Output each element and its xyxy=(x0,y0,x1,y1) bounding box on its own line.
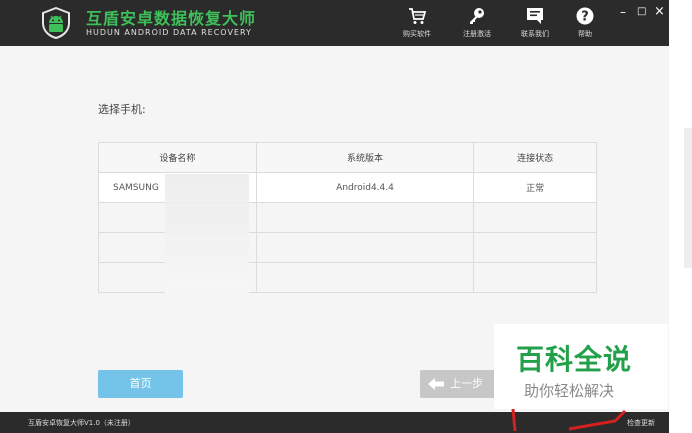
title-bar: 互盾安卓数据恢复大师 HUDUN ANDROID DATA RECOVERY 购… xyxy=(0,0,669,46)
maximize-button[interactable]: □ xyxy=(637,6,646,18)
nav-buy-label: 购买软件 xyxy=(403,30,431,38)
nav-buy-button[interactable]: 购买软件 xyxy=(392,4,442,39)
table-header-row: 设备名称 系统版本 连接状态 xyxy=(98,142,597,173)
redacted-area xyxy=(165,174,249,294)
android-shield-logo-icon xyxy=(42,7,70,39)
nav-contact-label: 联系我们 xyxy=(521,30,549,38)
red-annotation-mark xyxy=(511,408,627,432)
help-icon: ? xyxy=(576,7,594,25)
minimize-button[interactable]: – xyxy=(620,6,626,18)
nav-help-label: 帮助 xyxy=(578,30,592,38)
nav-register-button[interactable]: 注册激活 xyxy=(452,4,502,39)
close-button[interactable]: × xyxy=(654,5,665,18)
nav-contact-button[interactable]: 联系我们 xyxy=(510,4,560,39)
connection-status-cell: 正常 xyxy=(473,172,597,203)
watermark-subtitle: 助你轻松解决 xyxy=(524,382,615,400)
version-status-text: 互盾安卓恢复大师V1.0（未注册） xyxy=(28,419,135,427)
column-header-connection-status: 连接状态 xyxy=(473,142,597,173)
nav-help-button[interactable]: ? 帮助 xyxy=(560,4,610,39)
watermark-overlay: 百科全说 助你轻松解决 xyxy=(494,324,668,409)
column-header-device-name: 设备名称 xyxy=(98,142,257,173)
svg-text:?: ? xyxy=(581,10,589,25)
nav-register-label: 注册激活 xyxy=(463,30,491,38)
select-phone-label: 选择手机: xyxy=(98,103,146,116)
app-subtitle: HUDUN ANDROID DATA RECOVERY xyxy=(86,28,252,37)
key-icon xyxy=(470,8,484,24)
chat-icon xyxy=(527,8,543,24)
watermark-title: 百科全说 xyxy=(516,343,633,376)
edge-strip xyxy=(684,128,692,268)
arrow-left-icon xyxy=(428,378,444,390)
app-title: 互盾安卓数据恢复大师 xyxy=(86,9,257,28)
previous-step-label: 上一步 xyxy=(450,377,483,390)
column-header-system-version: 系统版本 xyxy=(255,142,475,173)
home-button[interactable]: 首页 xyxy=(98,370,183,398)
system-version-cell: Android4.4.4 xyxy=(255,172,475,203)
cart-icon xyxy=(409,8,427,24)
